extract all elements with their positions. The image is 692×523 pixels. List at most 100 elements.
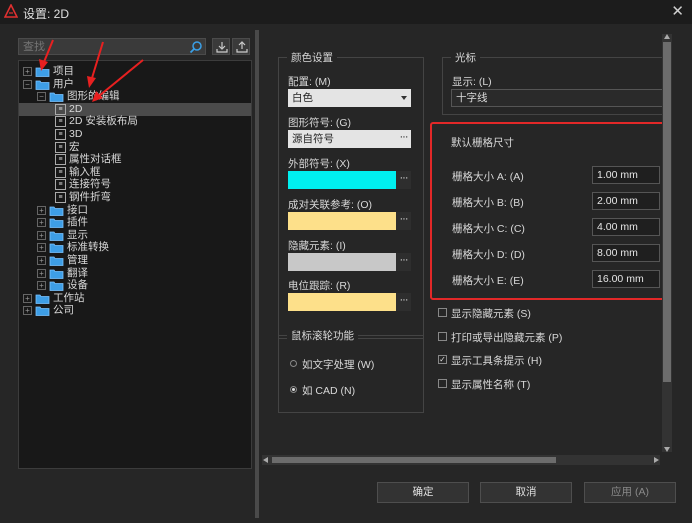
settings-tree[interactable]: + 项目 − 用户 − 图形的编辑 ≡ 2D ≡ 2D 安装板布局 ≡ 3D ≡ 宏 ≡ 属性对话框 ≡ 输入框 ≡… — [18, 60, 252, 469]
settings-content: 颜色设置 配置: (M) 白色 图形符号: (G) 源自符号 ··· 外部符号:… — [262, 30, 682, 468]
hidden-elements-color-swatch[interactable]: ··· — [288, 253, 411, 271]
cad-label[interactable]: 如 CAD (N) — [302, 383, 355, 398]
tree-item-label: 工作站 — [53, 291, 85, 304]
tree-item-label: 管理 — [67, 254, 88, 266]
tree-item-label: 标准转换 — [67, 241, 109, 254]
tree-item[interactable]: ≡ 2D 安装板布局 — [19, 115, 251, 128]
folder-icon — [49, 269, 64, 279]
tree-item-label: 设备 — [67, 279, 88, 292]
import-icon — [216, 42, 228, 53]
checkbox-label[interactable]: 显示工具条提示 (H) — [451, 353, 542, 368]
settings-page-icon: ≡ — [55, 166, 66, 178]
tree-item-label: 公司 — [53, 304, 74, 317]
tree-item[interactable]: + 翻译 — [19, 267, 251, 280]
tree-item[interactable]: + 显示 — [19, 229, 251, 242]
expand-icon[interactable]: + — [37, 218, 46, 228]
tree-item[interactable]: ≡ 钢件折弯 — [19, 191, 251, 204]
scroll-right-icon[interactable] — [654, 457, 659, 463]
search-input[interactable] — [19, 39, 187, 54]
tree-item[interactable]: ≡ 2D — [19, 102, 251, 116]
highlight-box — [430, 122, 668, 300]
color-settings-title: 颜色设置 — [287, 50, 337, 65]
tree-item-label: 宏 — [69, 140, 80, 153]
tree-item[interactable]: ≡ 连接符号 — [19, 178, 251, 191]
radio-word-processing[interactable] — [290, 360, 297, 367]
hidden-elements-browse-button[interactable]: ··· — [396, 253, 411, 271]
search-icon[interactable] — [189, 40, 203, 54]
tree-item[interactable]: + 插件 — [19, 216, 251, 229]
app-logo-icon — [4, 4, 18, 18]
apply-button[interactable]: 应用 (A) — [584, 482, 676, 503]
title-bar: 设置: 2D ✕ — [0, 0, 692, 24]
folder-icon — [35, 306, 50, 317]
folder-icon — [49, 206, 64, 216]
expand-icon[interactable]: + — [37, 256, 46, 265]
scroll-down-icon[interactable] — [664, 447, 670, 452]
config-dropdown[interactable]: 白色 — [288, 89, 411, 107]
potential-track-color-swatch[interactable]: ··· — [288, 293, 411, 311]
tree-item[interactable]: + 管理 — [19, 254, 251, 267]
navigation-panel: +项目−用户−图形的编辑≡2D≡2D 安装板布局≡3D≡宏≡属性对话框≡输入框≡… — [14, 33, 252, 469]
checkbox-label[interactable]: 显示隐藏元素 (S) — [451, 306, 531, 321]
paired-ref-browse-button[interactable]: ··· — [396, 212, 411, 230]
settings-page-icon: ≡ — [55, 141, 66, 153]
tree-item[interactable]: − 图形的编辑 — [19, 90, 251, 103]
external-symbol-color-swatch[interactable]: ··· — [288, 171, 411, 189]
config-label: 配置: (M) — [288, 76, 331, 88]
horizontal-scroll-thumb[interactable] — [272, 457, 556, 463]
scroll-left-icon[interactable] — [263, 457, 268, 463]
tree-item[interactable]: − 用户 — [19, 78, 251, 91]
tree-item[interactable]: ≡ 属性对话框 — [19, 153, 251, 166]
paired-ref-color-swatch[interactable]: ··· — [288, 212, 411, 230]
expand-icon[interactable]: + — [37, 281, 46, 291]
expand-icon[interactable]: + — [37, 243, 46, 253]
external-symbol-browse-button[interactable]: ··· — [396, 171, 411, 189]
cursor-display-dropdown[interactable]: 十字线 — [451, 89, 663, 107]
checkbox[interactable] — [438, 331, 447, 341]
tree-item[interactable]: + 公司 — [19, 304, 251, 317]
panel-splitter[interactable] — [255, 30, 259, 518]
tree-item[interactable]: ≡ 输入框 — [19, 166, 251, 179]
expand-icon[interactable]: + — [37, 205, 46, 215]
expand-icon[interactable]: + — [37, 230, 46, 240]
checkbox[interactable] — [438, 308, 447, 317]
close-icon[interactable]: ✕ — [671, 2, 684, 20]
scroll-up-icon[interactable] — [664, 34, 670, 39]
tree-item[interactable]: ≡ 3D — [19, 128, 251, 141]
external-symbol-label: 外部符号: (X) — [288, 158, 350, 170]
vertical-scroll-thumb[interactable] — [663, 42, 671, 382]
tree-item[interactable]: + 接口 — [19, 204, 251, 217]
import-button[interactable] — [212, 38, 230, 55]
tree-item[interactable]: + 标准转换 — [19, 241, 251, 254]
cancel-button[interactable]: 取消 — [480, 482, 572, 503]
tree-item-label: 插件 — [67, 216, 88, 229]
expand-icon[interactable]: + — [37, 268, 46, 278]
expand-icon[interactable]: + — [23, 293, 32, 303]
graphic-symbol-browse-button[interactable]: ··· — [396, 130, 411, 148]
tree-item[interactable]: ≡ 宏 — [19, 141, 251, 154]
collapse-icon[interactable]: − — [37, 92, 46, 102]
tree-item-label: 显示 — [67, 228, 88, 241]
word-processing-label[interactable]: 如文字处理 (W) — [302, 357, 374, 372]
horizontal-scrollbar[interactable] — [262, 455, 660, 465]
export-icon — [236, 41, 248, 53]
checkbox-label[interactable]: 显示属性名称 (T) — [451, 377, 530, 392]
radio-cad[interactable] — [290, 386, 297, 393]
checkbox-label[interactable]: 打印或导出隐藏元素 (P) — [451, 330, 562, 345]
checkbox[interactable]: ✓ — [438, 355, 447, 364]
expand-icon[interactable]: + — [23, 306, 32, 316]
export-button[interactable] — [232, 38, 250, 55]
collapse-icon[interactable]: − — [23, 79, 32, 89]
tree-item[interactable]: + 工作站 — [19, 292, 251, 305]
expand-icon[interactable]: + — [23, 67, 32, 76]
tree-item-label: 属性对话框 — [69, 153, 122, 166]
ok-button[interactable]: 确定 — [377, 482, 469, 503]
tree-item[interactable]: + 项目 — [19, 65, 251, 78]
tree-item[interactable]: + 设备 — [19, 279, 251, 292]
folder-icon — [35, 294, 50, 304]
graphic-symbol-field[interactable]: 源自符号 ··· — [288, 130, 411, 148]
potential-track-browse-button[interactable]: ··· — [396, 293, 411, 311]
checkbox[interactable] — [438, 378, 447, 388]
vertical-scrollbar[interactable] — [662, 34, 672, 452]
paired-ref-label: 成对关联参考: (O) — [288, 199, 372, 211]
